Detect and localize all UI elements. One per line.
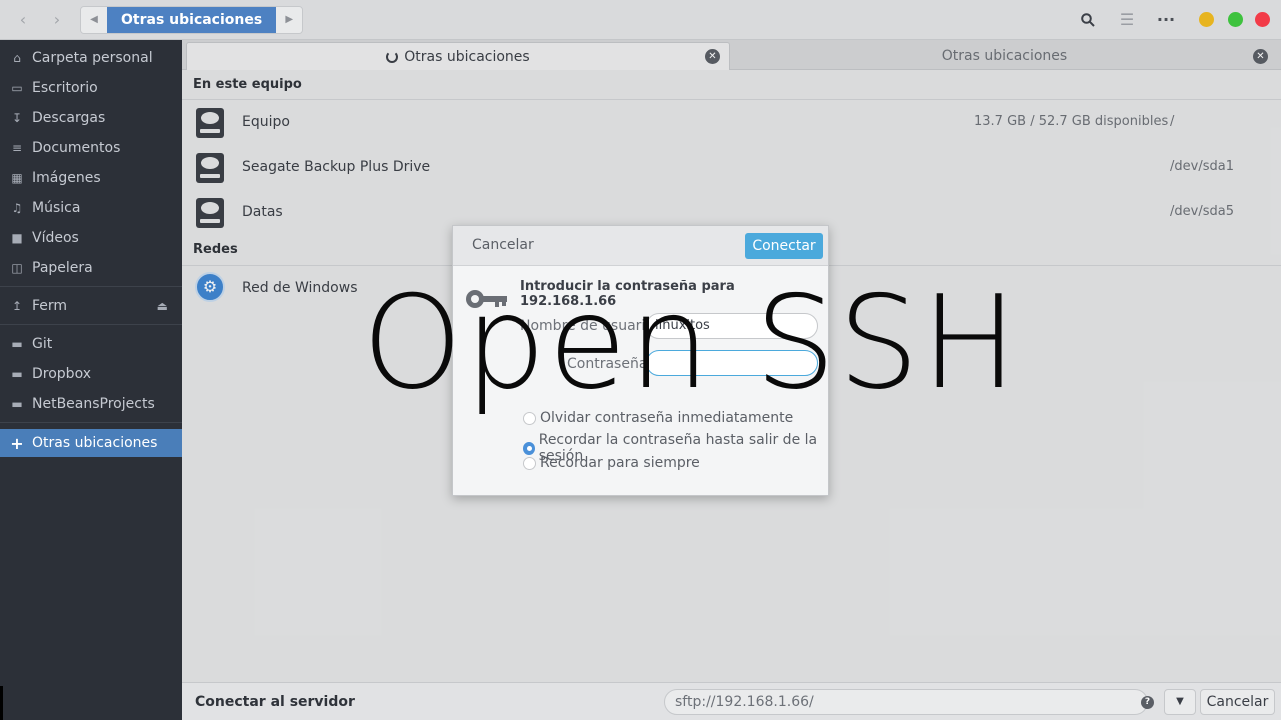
server-address-input[interactable]: sftp://192.168.1.66/ bbox=[664, 689, 1148, 715]
folder-icon: ▬ bbox=[11, 397, 23, 411]
close-button[interactable] bbox=[1255, 12, 1270, 27]
radio-button[interactable] bbox=[523, 456, 536, 470]
sidebar: ⌂ Carpeta personal ▭ Escritorio ↧ Descargas… bbox=[0, 40, 182, 720]
cancel-button[interactable]: Cancelar bbox=[1200, 689, 1275, 715]
sidebar-separator bbox=[0, 324, 182, 325]
radio-remember-forever[interactable]: Recordar para siempre bbox=[523, 455, 700, 471]
maximize-button[interactable] bbox=[1228, 12, 1243, 27]
view-list-button[interactable]: ☰ bbox=[1115, 8, 1139, 32]
sidebar-item-netbeansprojects[interactable]: ▬ NetBeansProjects bbox=[0, 390, 182, 418]
sidebar-separator bbox=[0, 422, 182, 423]
overlay-title: Open SSH bbox=[362, 269, 1020, 418]
sidebar-item-musica[interactable]: ♫ Música bbox=[0, 194, 182, 222]
radio-button[interactable] bbox=[523, 441, 535, 455]
path-scroll-right-button[interactable]: ▶ bbox=[276, 7, 303, 33]
document-icon: ≡ bbox=[11, 141, 23, 155]
trash-icon: ◫ bbox=[11, 261, 23, 275]
list-icon: ☰ bbox=[1119, 10, 1135, 29]
path-bar: ◀ Otras ubicaciones ▶ bbox=[80, 6, 304, 34]
chevron-right-icon: › bbox=[53, 10, 61, 29]
desktop-icon: ▭ bbox=[11, 81, 23, 95]
sidebar-item-otras-ubicaciones[interactable]: + Otras ubicaciones bbox=[0, 429, 182, 457]
video-icon: ■ bbox=[11, 231, 23, 245]
help-icon[interactable]: ? bbox=[1141, 696, 1154, 709]
menu-button[interactable]: ··· bbox=[1154, 8, 1178, 32]
minimize-button[interactable] bbox=[1199, 12, 1214, 27]
music-icon: ♫ bbox=[11, 201, 23, 215]
plus-icon: + bbox=[10, 433, 24, 453]
dialog-cancel-button[interactable]: Cancelar bbox=[472, 237, 534, 253]
sidebar-item-carpeta-personal[interactable]: ⌂ Carpeta personal bbox=[0, 44, 182, 72]
sidebar-item-papelera[interactable]: ◫ Papelera bbox=[0, 254, 182, 282]
sidebar-item-descargas[interactable]: ↧ Descargas bbox=[0, 104, 182, 132]
forward-button[interactable]: › bbox=[44, 8, 70, 32]
search-icon bbox=[1081, 13, 1095, 27]
home-icon: ⌂ bbox=[13, 51, 21, 65]
sidebar-item-git[interactable]: ▬ Git bbox=[0, 330, 182, 358]
connect-server-bar: Conectar al servidor sftp://192.168.1.66… bbox=[182, 682, 1281, 720]
sidebar-separator bbox=[0, 286, 182, 287]
eject-icon[interactable]: ⏏ bbox=[157, 299, 168, 313]
connect-server-label: Conectar al servidor bbox=[195, 694, 355, 710]
path-scroll-left-button[interactable]: ◀ bbox=[81, 7, 107, 33]
recent-servers-dropdown[interactable]: ▼ bbox=[1164, 689, 1196, 715]
usb-icon: ↥ bbox=[11, 299, 23, 313]
sidebar-item-dropbox[interactable]: ▬ Dropbox bbox=[0, 360, 182, 388]
download-icon: ↧ bbox=[11, 111, 23, 125]
path-current-button[interactable]: Otras ubicaciones bbox=[107, 7, 277, 33]
more-icon: ··· bbox=[1156, 10, 1176, 29]
chevron-down-icon: ▼ bbox=[1176, 696, 1184, 707]
dialog-header: Cancelar Conectar bbox=[453, 226, 828, 266]
sidebar-item-imagenes[interactable]: ▦ Imágenes bbox=[0, 164, 182, 192]
screen-edge bbox=[0, 686, 3, 720]
chevron-left-icon: ‹ bbox=[19, 10, 27, 29]
folder-icon: ▬ bbox=[11, 337, 23, 351]
sidebar-item-escritorio[interactable]: ▭ Escritorio bbox=[0, 74, 182, 102]
sidebar-item-documentos[interactable]: ≡ Documentos bbox=[0, 134, 182, 162]
sidebar-item-ferm[interactable]: ↥ Ferm ⏏ bbox=[0, 292, 182, 320]
folder-icon: ▬ bbox=[11, 367, 23, 381]
image-icon: ▦ bbox=[11, 171, 23, 185]
header-bar: ‹ › ◀ Otras ubicaciones ▶ ☰ ··· bbox=[0, 0, 1281, 40]
sidebar-item-videos[interactable]: ■ Vídeos bbox=[0, 224, 182, 252]
connect-button[interactable]: Conectar bbox=[745, 233, 823, 259]
back-button[interactable]: ‹ bbox=[10, 8, 36, 32]
search-button[interactable] bbox=[1076, 8, 1100, 32]
